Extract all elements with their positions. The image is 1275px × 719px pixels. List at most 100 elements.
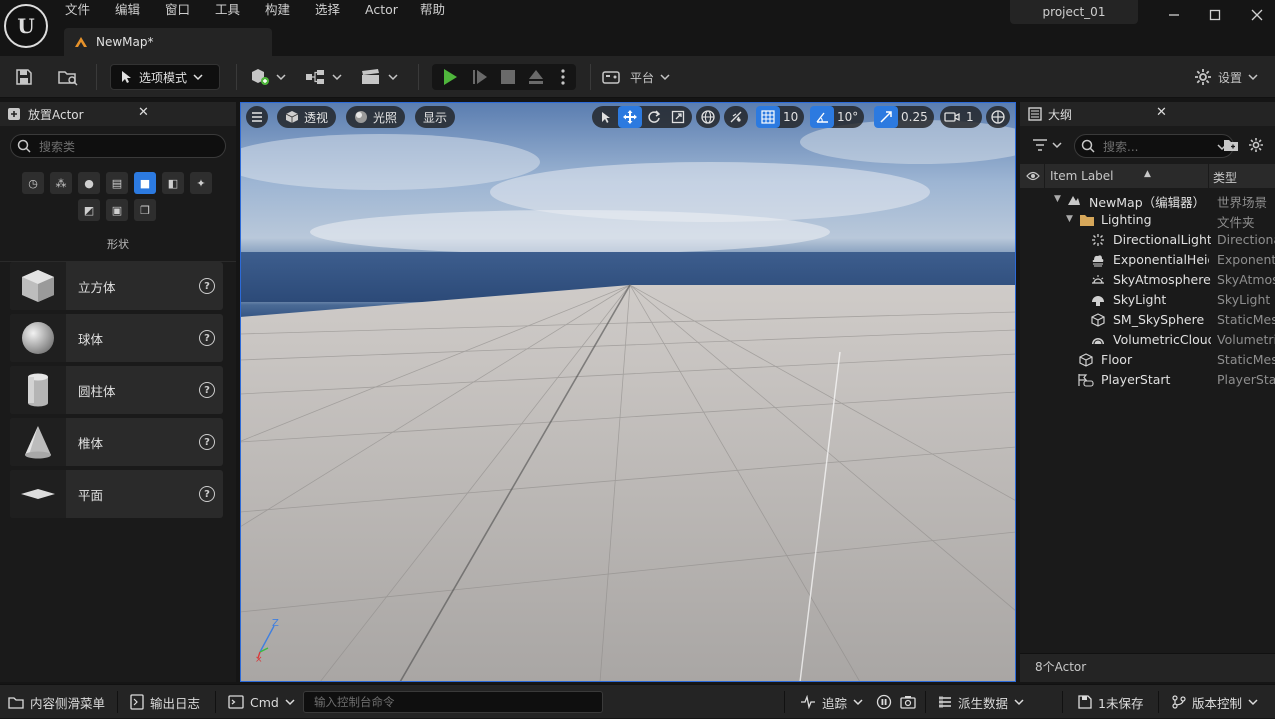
camera-speed-control[interactable]: 1 (940, 106, 982, 128)
blueprint-icon[interactable] (302, 64, 344, 90)
play-icon[interactable] (436, 64, 464, 90)
maximize-icon[interactable] (1204, 4, 1226, 26)
help-icon[interactable]: ? (199, 382, 215, 398)
shape-item-cylinder[interactable]: 圆柱体 ? (10, 366, 223, 414)
visibility-eye-icon[interactable] (1026, 171, 1040, 181)
shape-item-cone[interactable]: 椎体 ? (10, 418, 223, 466)
source-control-button[interactable]: 版本控制 (1172, 685, 1258, 719)
tree-row-volumetriccloud[interactable]: VolumetricCloud VolumetricCloud (1020, 330, 1275, 350)
shape-item-sphere[interactable]: 球体 ? (10, 314, 223, 362)
cmd-selector[interactable]: Cmd (228, 685, 295, 719)
layers-icon[interactable]: ❐ (134, 199, 156, 221)
platform-button[interactable]: 平台 (602, 64, 670, 90)
outliner-search-input[interactable]: 搜索... (1074, 134, 1234, 158)
play-options-icon[interactable] (554, 64, 572, 90)
sort-ascending-icon[interactable]: ▲ (1144, 169, 1151, 179)
tab-newmap[interactable]: NewMap* (64, 28, 272, 56)
tree-row-skyatmosphere[interactable]: SkyAtmosphere SkyAtmosphere (1020, 270, 1275, 290)
scale-snap-value: 0.25 (901, 110, 928, 124)
menu-help[interactable]: 帮助 (420, 1, 445, 19)
platform-label: 平台 (630, 70, 655, 85)
visual-effects-icon[interactable]: ◧ (162, 172, 184, 194)
tree-row-newmap[interactable]: ▼ NewMap（编辑器） 世界场景 (1020, 190, 1275, 210)
tree-row-sm-skysphere[interactable]: SM_SkySphere StaticMeshActor (1020, 310, 1275, 330)
console-command-input[interactable]: 输入控制台命令 (303, 691, 603, 713)
close-icon[interactable] (1246, 4, 1268, 26)
tree-row-floor[interactable]: Floor StaticMeshActor (1020, 350, 1275, 370)
all-classes-icon[interactable]: ▣ (106, 199, 128, 221)
show-button[interactable]: 显示 (415, 106, 456, 128)
shape-item-cube[interactable]: 立方体 ? (10, 262, 223, 310)
tree-row-directionallight[interactable]: DirectionalLight DirectionalLight (1020, 230, 1275, 250)
rotation-snap-control[interactable]: 10° (810, 106, 865, 128)
rotate-tool-icon[interactable] (642, 106, 666, 128)
derived-data-button[interactable]: 派生数据 (938, 685, 1024, 719)
expand-arrow-icon[interactable]: ▼ (1054, 194, 1061, 204)
select-tool-icon[interactable] (594, 106, 618, 128)
expand-arrow-icon[interactable]: ▼ (1066, 214, 1073, 224)
tree-row-exponentialheightfog[interactable]: ExponentialHeightFog ExponentialHeightFo… (1020, 250, 1275, 270)
menu-file[interactable]: 文件 (65, 1, 90, 19)
mode-select-button[interactable]: 选项模式 (110, 64, 220, 90)
basic-icon[interactable]: ⁂ (50, 172, 72, 194)
step-forward-icon[interactable] (466, 64, 494, 90)
surface-snap-toggle[interactable] (724, 106, 748, 128)
lights-icon[interactable]: ● (78, 172, 100, 194)
gear-icon[interactable] (1248, 137, 1264, 153)
viewport-menu-icon[interactable] (246, 106, 268, 128)
help-icon[interactable]: ? (199, 278, 215, 294)
world-space-toggle[interactable] (696, 106, 720, 128)
filter-button[interactable] (1032, 138, 1062, 152)
svg-text:×: × (255, 655, 263, 662)
cinematic-icon[interactable]: ▤ (106, 172, 128, 194)
save-icon[interactable] (12, 64, 36, 90)
eject-icon[interactable] (522, 64, 550, 90)
cinematics-icon[interactable] (358, 64, 400, 90)
col-item-label[interactable]: Item Label (1050, 169, 1114, 183)
volumes-icon[interactable]: ✦ (190, 172, 212, 194)
help-icon[interactable]: ? (199, 486, 215, 502)
tree-row-lighting[interactable]: ▼ Lighting 文件夹 (1020, 210, 1275, 230)
menu-select[interactable]: 选择 (315, 1, 340, 19)
status-separator (784, 691, 785, 713)
help-icon[interactable]: ? (199, 330, 215, 346)
menu-window[interactable]: 窗口 (165, 1, 190, 19)
content-drawer-button[interactable]: 内容侧滑菜单 (8, 685, 105, 719)
level-viewport[interactable]: 透视 光照 显示 10 10° 0.25 1 × Z (240, 102, 1016, 682)
col-type-label[interactable]: 类型 (1213, 169, 1237, 186)
close-panel-icon[interactable]: ✕ (1156, 105, 1167, 120)
search-classes-input[interactable]: 搜索类 (10, 134, 226, 158)
perspective-button[interactable]: 透视 (277, 106, 337, 128)
recording-status-icon[interactable] (876, 685, 892, 719)
lighting-button[interactable]: 光照 (346, 106, 406, 128)
add-actor-icon[interactable] (248, 64, 288, 90)
grid-snap-control[interactable]: 10 (756, 106, 805, 128)
menu-actor[interactable]: Actor (365, 1, 398, 19)
tree-type: StaticMeshActor (1217, 352, 1275, 367)
tree-row-playerstart[interactable]: PlayerStart PlayerStart (1020, 370, 1275, 390)
output-log-button[interactable]: 输出日志 (130, 685, 200, 719)
menu-build[interactable]: 构建 (265, 1, 290, 19)
close-panel-icon[interactable]: ✕ (138, 105, 149, 120)
scale-snap-control[interactable]: 0.25 (874, 106, 934, 128)
trace-button[interactable]: 追踪 (800, 685, 863, 719)
translate-tool-icon[interactable] (618, 106, 642, 128)
tree-row-skylight[interactable]: SkyLight SkyLight (1020, 290, 1275, 310)
scale-tool-icon[interactable] (666, 106, 690, 128)
unreal-logo-icon[interactable]: U (4, 4, 48, 48)
screenshot-icon[interactable] (900, 685, 916, 719)
menu-edit[interactable]: 编辑 (115, 1, 140, 19)
viewport-layout-toggle[interactable] (986, 106, 1010, 128)
geometry-icon[interactable]: ◩ (78, 199, 100, 221)
shape-item-plane[interactable]: 平面 ? (10, 470, 223, 518)
unsaved-button[interactable]: 1未保存 (1078, 685, 1143, 719)
shapes-icon[interactable]: ■ (134, 172, 156, 194)
settings-button[interactable]: 设置 (1194, 64, 1258, 90)
help-icon[interactable]: ? (199, 434, 215, 450)
stop-icon[interactable] (494, 64, 522, 90)
recent-icon[interactable]: ◷ (22, 172, 44, 194)
minimize-icon[interactable] (1163, 4, 1185, 26)
content-browse-icon[interactable] (54, 64, 82, 90)
add-folder-icon[interactable] (1223, 138, 1239, 152)
menu-tools[interactable]: 工具 (215, 1, 240, 19)
